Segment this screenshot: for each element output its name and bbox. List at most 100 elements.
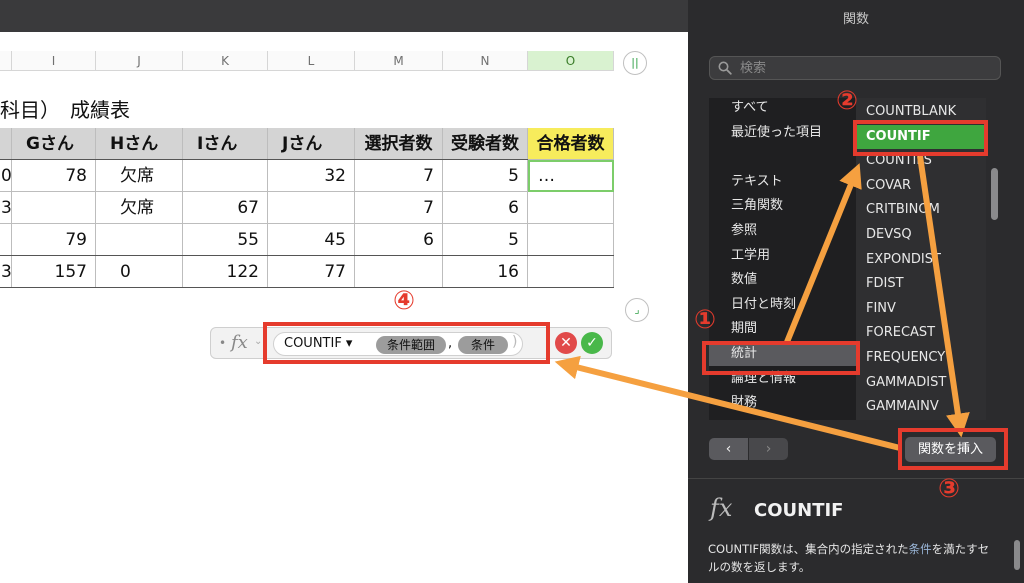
formula-input[interactable]: COUNTIF ▾ 条件範囲 , 条件 ) — [273, 332, 523, 356]
table-cell[interactable] — [528, 192, 614, 224]
function-item[interactable]: FORECAST — [856, 321, 986, 346]
table-cell[interactable]: 16 — [443, 256, 528, 288]
function-item[interactable]: CRITBINOM — [856, 198, 986, 223]
category-item[interactable]: 期間 — [709, 317, 856, 341]
column-header-o[interactable]: O — [528, 51, 614, 71]
closing-paren: ) — [512, 334, 518, 350]
table-cell[interactable]: 7 — [355, 160, 443, 192]
function-item[interactable]: FINV — [856, 297, 986, 322]
table-cell[interactable]: 77 — [268, 256, 355, 288]
table-cell[interactable]: 3 — [0, 192, 12, 224]
category-item[interactable]: すべて — [709, 96, 856, 120]
category-item[interactable]: 財務 — [709, 391, 856, 415]
table-cell[interactable]: 6 — [355, 224, 443, 256]
function-info-description: COUNTIF関数は、集合内の指定された条件を満たすセルの数を返します。 — [708, 540, 994, 576]
column-header-m[interactable]: M — [355, 51, 443, 71]
cancel-button[interactable]: ✕ — [555, 332, 577, 354]
category-item[interactable]: テキスト — [709, 170, 856, 194]
category-item[interactable]: 参照 — [709, 219, 856, 243]
table-cell[interactable] — [12, 192, 96, 224]
header-cell[interactable]: Hさん — [96, 128, 183, 160]
table-cell[interactable]: 79 — [12, 224, 96, 256]
category-item[interactable]: 工学用 — [709, 244, 856, 268]
table-cell[interactable]: 0 — [0, 160, 12, 192]
category-item[interactable]: 統計 — [709, 342, 856, 366]
table-cell[interactable] — [528, 224, 614, 256]
table-cell[interactable]: 122 — [183, 256, 268, 288]
column-headers: IJKLMNO — [0, 51, 620, 71]
function-item[interactable]: EXPONDIST — [856, 248, 986, 273]
table-cell[interactable]: 67 — [183, 192, 268, 224]
divider — [688, 478, 1024, 479]
function-item[interactable]: FDIST — [856, 272, 986, 297]
table-cell[interactable] — [183, 160, 268, 192]
function-item[interactable]: COUNTIFS — [856, 149, 986, 174]
function-item[interactable]: COUNTIF — [856, 124, 986, 150]
table-cell[interactable]: 6 — [443, 192, 528, 224]
search-input[interactable] — [740, 59, 990, 77]
function-item[interactable]: COUNTBLANK — [856, 100, 986, 125]
function-item[interactable]: DEVSQ — [856, 223, 986, 248]
function-name-token[interactable]: COUNTIF ▾ — [284, 336, 352, 351]
resize-handle-button[interactable]: ⌟ — [625, 298, 649, 322]
table-cell[interactable] — [355, 256, 443, 288]
confirm-button[interactable]: ✓ — [581, 332, 603, 354]
table-cell[interactable]: 78 — [12, 160, 96, 192]
argument-token-condition[interactable]: 条件 — [458, 336, 508, 354]
table-cell[interactable]: 0 — [96, 256, 183, 288]
table-cell[interactable]: 3 — [0, 256, 12, 288]
category-item[interactable]: 最近使った項目 — [709, 121, 856, 145]
column-header-i[interactable]: I — [12, 51, 96, 71]
info-scrollbar[interactable] — [1014, 540, 1020, 570]
table-cell[interactable]: 5 — [443, 224, 528, 256]
functions-sidebar: 関数 すべて最近使った項目テキスト三角関数参照工学用数値日付と時刻期間統計論理と… — [688, 0, 1024, 583]
category-item[interactable]: 日付と時刻 — [709, 293, 856, 317]
header-cell[interactable]: Gさん — [12, 128, 96, 160]
search-icon — [718, 61, 732, 75]
function-item[interactable]: COVAR — [856, 174, 986, 199]
function-item[interactable]: GAMMADIST — [856, 371, 986, 396]
column-header-n[interactable]: N — [443, 51, 528, 71]
table-cell[interactable] — [0, 224, 12, 256]
chevron-down-icon[interactable]: ⌄ — [254, 336, 262, 347]
function-list-scrollbar[interactable] — [991, 168, 998, 220]
table-cell[interactable]: 7 — [355, 192, 443, 224]
category-item[interactable] — [709, 145, 856, 169]
function-item[interactable]: FREQUENCY — [856, 346, 986, 371]
header-cell[interactable]: Iさん — [183, 128, 268, 160]
column-header-j[interactable]: J — [96, 51, 183, 71]
category-item[interactable]: 三角関数 — [709, 194, 856, 218]
header-cell[interactable] — [0, 128, 12, 160]
column-header-l[interactable]: L — [268, 51, 355, 71]
column-header[interactable] — [0, 51, 12, 71]
table-cell[interactable]: 157 — [12, 256, 96, 288]
table-cell[interactable]: 欠席 — [96, 192, 183, 224]
argument-token-range[interactable]: 条件範囲 — [376, 336, 446, 354]
table-cell[interactable] — [268, 192, 355, 224]
table-cell[interactable]: 5 — [443, 160, 528, 192]
table-cell[interactable]: 55 — [183, 224, 268, 256]
search-box[interactable] — [709, 56, 1001, 80]
insert-function-button[interactable]: 関数を挿入 — [905, 437, 996, 462]
header-cell[interactable]: 合格者数 — [528, 128, 614, 160]
row-separator — [0, 159, 528, 160]
table-cell[interactable]: 32 — [268, 160, 355, 192]
header-cell[interactable]: 選択者数 — [355, 128, 443, 160]
table-cell[interactable] — [96, 224, 183, 256]
fx-icon[interactable]: fx — [231, 332, 248, 353]
forward-button[interactable]: › — [749, 438, 788, 460]
header-cell[interactable]: Jさん — [268, 128, 355, 160]
column-header-k[interactable]: K — [183, 51, 268, 71]
back-button[interactable]: ‹ — [709, 438, 748, 460]
toolbar — [0, 0, 688, 32]
column-menu-button[interactable]: || — [623, 51, 647, 75]
function-item[interactable]: GAMMAINV — [856, 395, 986, 420]
table-cell[interactable]: 欠席 — [96, 160, 183, 192]
table-cell[interactable]: … — [528, 160, 614, 192]
category-item[interactable]: 論理と情報 — [709, 367, 856, 391]
drag-handle-icon[interactable]: • — [219, 336, 226, 350]
category-item[interactable]: 数値 — [709, 268, 856, 292]
header-cell[interactable]: 受験者数 — [443, 128, 528, 160]
table-cell[interactable]: 45 — [268, 224, 355, 256]
table-cell[interactable] — [528, 256, 614, 288]
